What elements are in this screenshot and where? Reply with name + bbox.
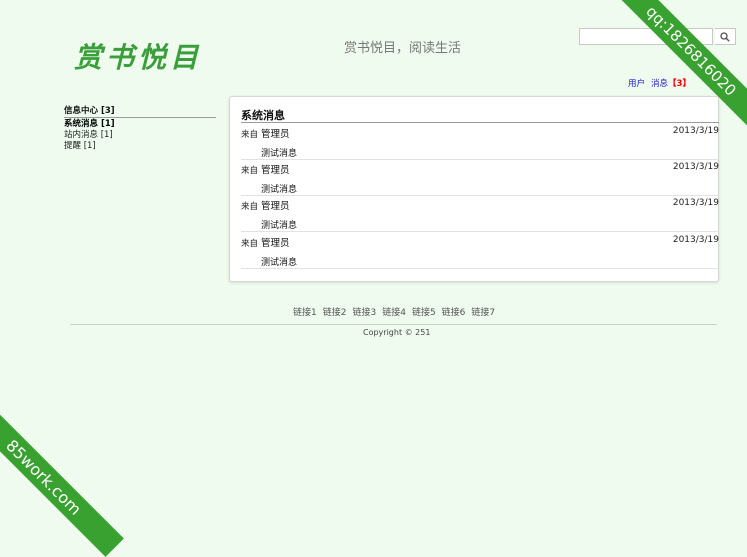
from-label: 来自	[241, 239, 259, 249]
copyright: Copyright © 251	[363, 328, 431, 337]
message-item: 来自 管理员 2013/3/19 测试消息	[241, 232, 719, 269]
footer-link-6[interactable]: 链接6	[442, 305, 466, 318]
top-nav: 用户 消息【3】	[628, 77, 691, 89]
user-link[interactable]: 用户	[628, 77, 645, 89]
sidebar-item-site-messages[interactable]: 站内消息 [1]	[64, 130, 216, 141]
site-slogan: 赏书悦目，阅读生活	[344, 41, 462, 56]
message-from: 来自 管理员	[241, 126, 290, 140]
message-item: 来自 管理员 2013/3/19 测试消息	[241, 195, 719, 232]
message-date: 2013/3/19	[672, 126, 719, 136]
footer-divider	[70, 324, 717, 325]
footer-link-3[interactable]: 链接3	[352, 305, 376, 318]
sidebar: 信息中心 [3] 系统消息 [1] 站内消息 [1] 提醒 [1]	[64, 104, 216, 152]
message-sender[interactable]: 管理员	[261, 129, 290, 140]
messages-badge: 【3】	[668, 79, 691, 89]
site-logo[interactable]: 赏书悦目	[74, 36, 202, 76]
messages-link-label: 消息	[651, 79, 669, 89]
message-sender[interactable]: 管理员	[261, 201, 290, 212]
footer-link-4[interactable]: 链接4	[382, 305, 406, 318]
message-content[interactable]: 测试消息	[261, 218, 297, 231]
messages-link[interactable]: 消息【3】	[651, 77, 691, 89]
sidebar-item-reminders[interactable]: 提醒 [1]	[64, 141, 216, 152]
from-label: 来自	[241, 130, 259, 140]
footer-links: 链接1 链接2 链接3 链接4 链接5 链接6 链接7	[293, 305, 495, 318]
message-date: 2013/3/19	[672, 162, 719, 172]
message-date: 2013/3/19	[672, 198, 719, 208]
message-from: 来自 管理员	[241, 235, 290, 249]
message-item: 来自 管理员 2013/3/19 测试消息	[241, 159, 719, 196]
message-date: 2013/3/19	[672, 235, 719, 245]
sidebar-heading: 信息中心 [3]	[64, 104, 216, 118]
footer-link-5[interactable]: 链接5	[412, 305, 436, 318]
watermark-ribbon-bottom-left: 85work.com	[0, 397, 124, 557]
message-sender[interactable]: 管理员	[261, 238, 290, 249]
message-sender[interactable]: 管理员	[261, 165, 290, 176]
message-item: 来自 管理员 2013/3/19 测试消息	[241, 123, 719, 160]
footer-link-1[interactable]: 链接1	[293, 305, 317, 318]
messages-panel: 系统消息 来自 管理员 2013/3/19 测试消息 来自 管理员 2013/3/1…	[229, 96, 719, 282]
message-from: 来自 管理员	[241, 162, 290, 176]
footer-link-7[interactable]: 链接7	[471, 305, 495, 318]
message-from: 来自 管理员	[241, 198, 290, 212]
from-label: 来自	[241, 202, 259, 212]
search-icon	[720, 31, 730, 42]
message-content[interactable]: 测试消息	[261, 255, 297, 268]
panel-title: 系统消息	[241, 109, 719, 123]
footer-link-2[interactable]: 链接2	[323, 305, 347, 318]
message-content[interactable]: 测试消息	[261, 146, 297, 159]
search-button[interactable]	[715, 28, 736, 45]
from-label: 来自	[241, 166, 259, 176]
message-content[interactable]: 测试消息	[261, 182, 297, 195]
sidebar-item-system-messages[interactable]: 系统消息 [1]	[64, 119, 216, 130]
